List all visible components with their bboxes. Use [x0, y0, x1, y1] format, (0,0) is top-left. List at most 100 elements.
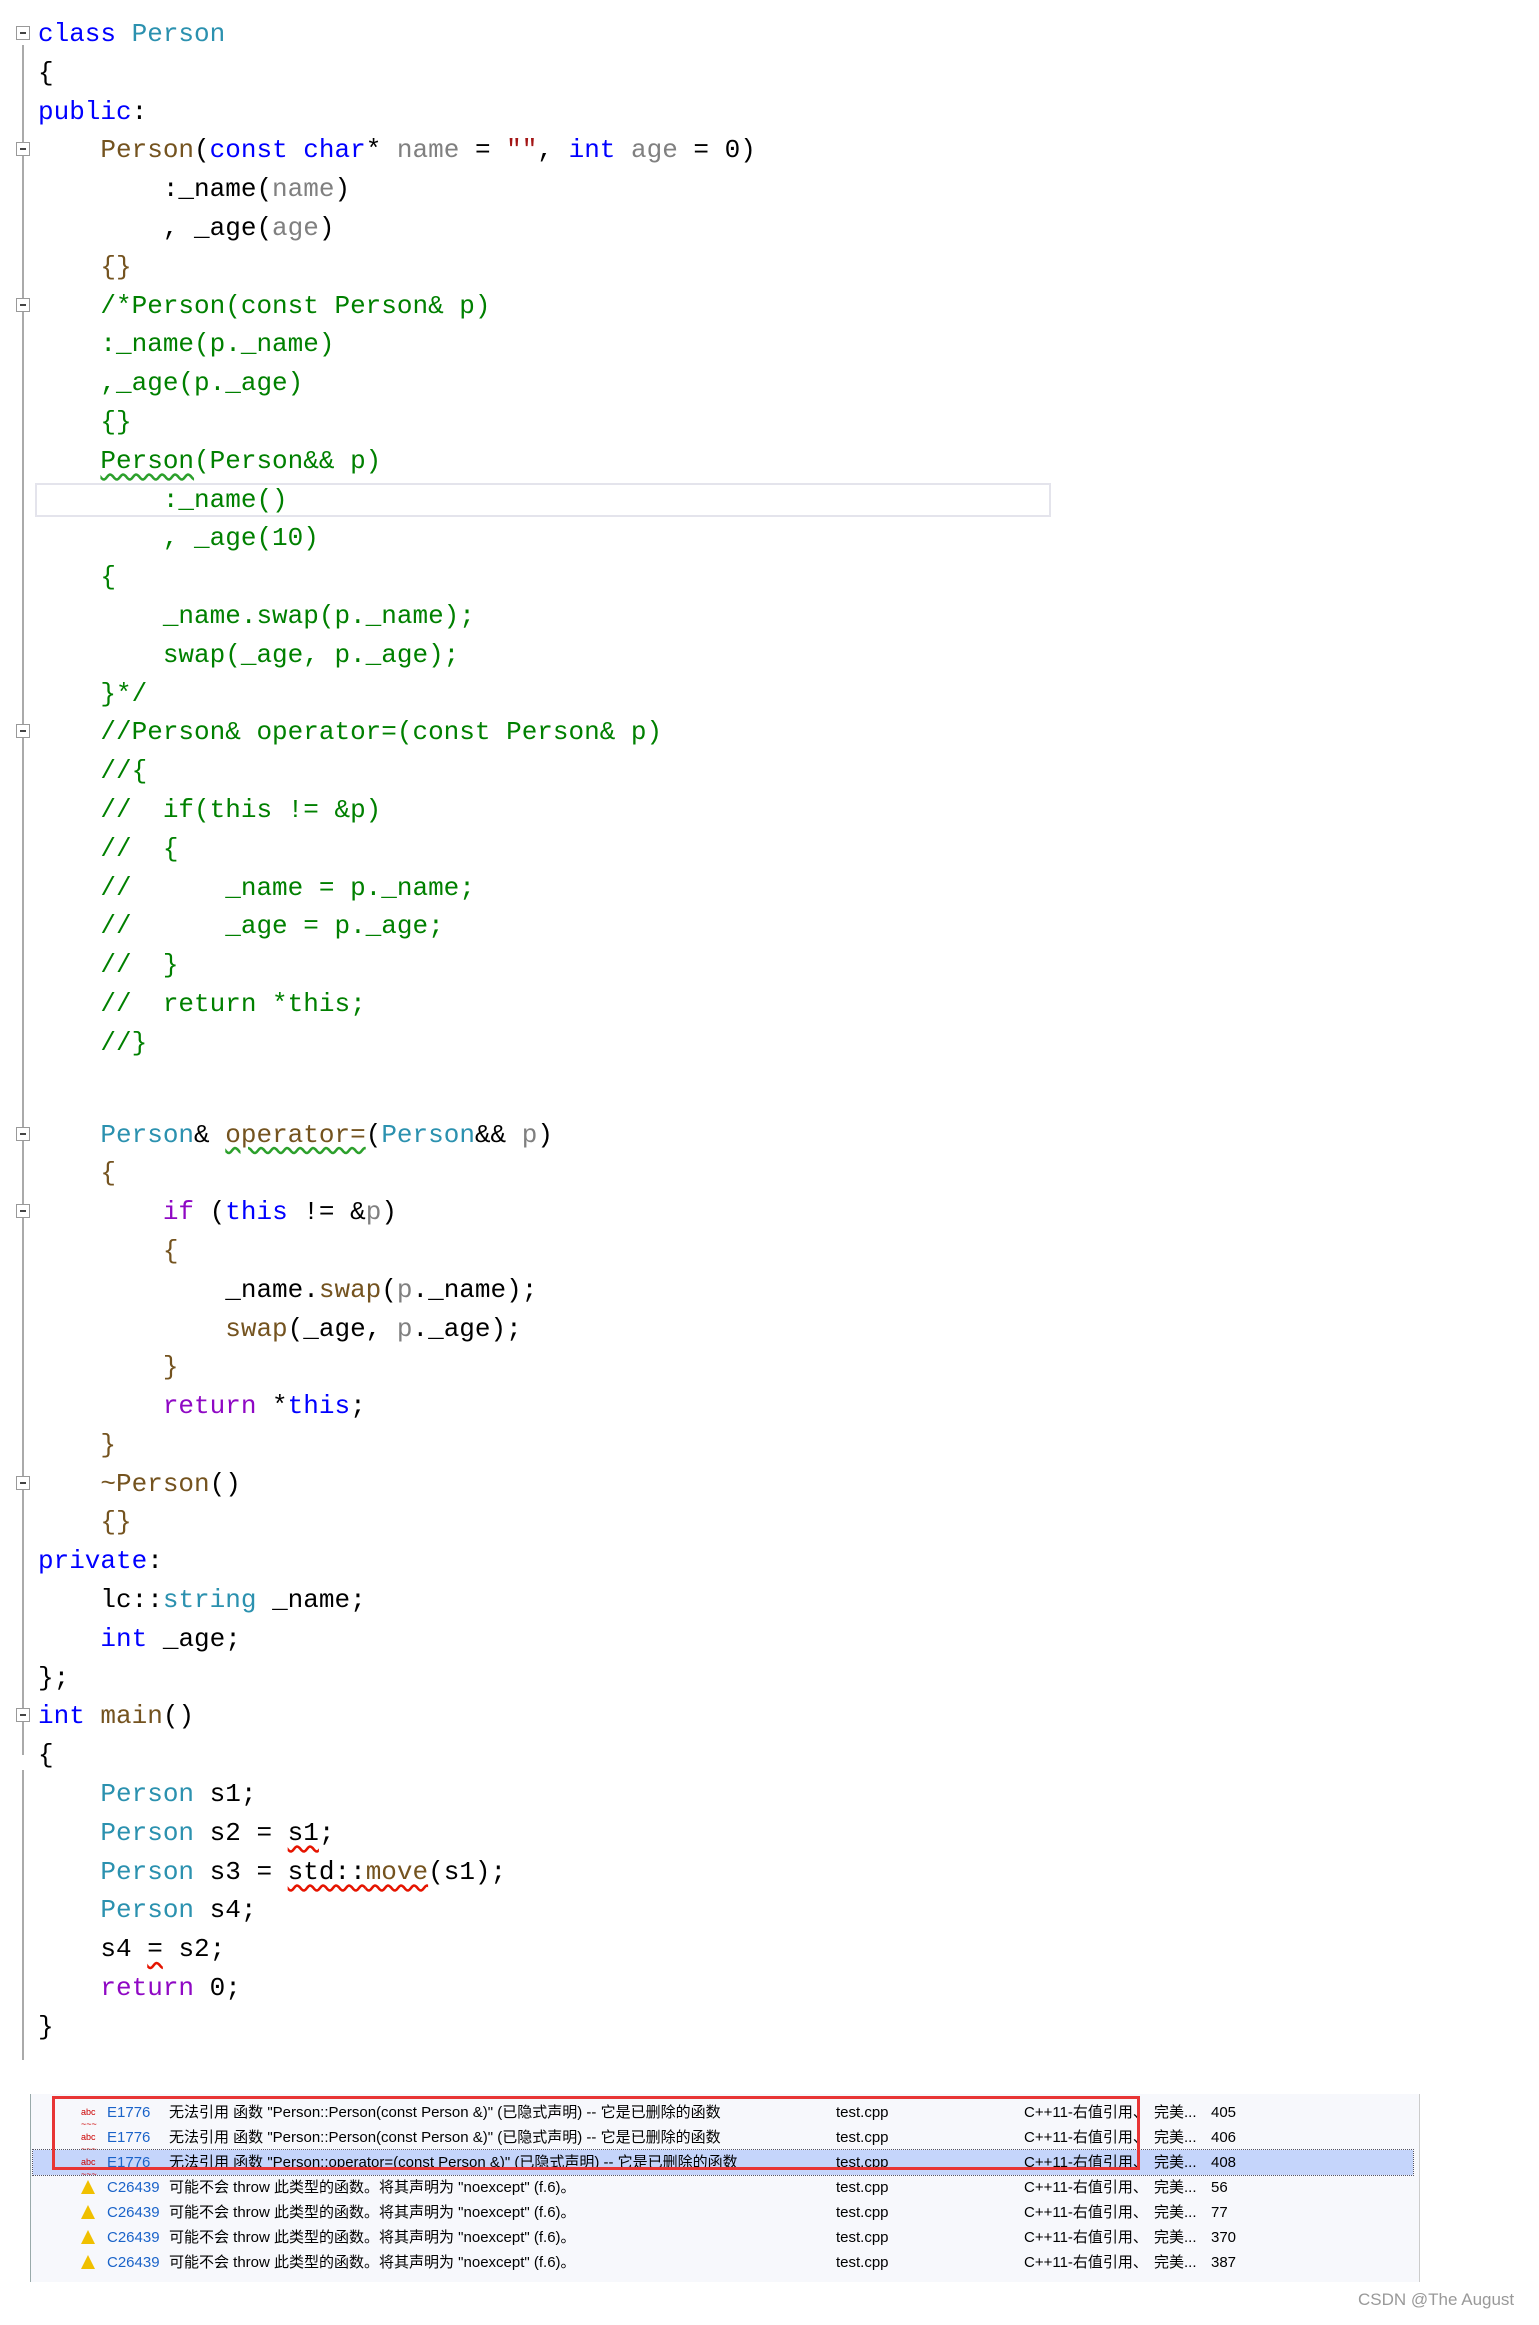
code-line[interactable]: _name.swap(p._name);: [0, 1271, 1539, 1310]
code-line[interactable]: if (this != &p): [0, 1193, 1539, 1232]
code-token: if: [162, 1197, 195, 1228]
code-line[interactable]: _name.swap(p._name);: [0, 597, 1539, 636]
error-list-row[interactable]: C26439 可能不会 throw 此类型的函数。将其声明为 "noexcept"…: [33, 2225, 1413, 2250]
code-line[interactable]: // return *this;: [0, 985, 1539, 1024]
code-token: int: [568, 135, 616, 166]
code-line[interactable]: private:: [0, 1542, 1539, 1581]
code-line[interactable]: Person(Person&& p): [0, 442, 1539, 481]
code-token: :_name(: [162, 174, 273, 205]
code-line[interactable]: {}: [0, 248, 1539, 287]
code-token: s3 =: [194, 1856, 288, 1887]
code-line[interactable]: ~Person(): [0, 1465, 1539, 1504]
code-token: age: [272, 212, 319, 243]
error-list-row[interactable]: C26439 可能不会 throw 此类型的函数。将其声明为 "noexcept"…: [33, 2200, 1413, 2225]
code-line[interactable]: }: [0, 2008, 1539, 2047]
code-line[interactable]: int main(): [0, 1697, 1539, 1736]
code-token: _age;: [147, 1623, 241, 1654]
error-suppression: 完美...: [1154, 2154, 1197, 2171]
fold-collapse-icon[interactable]: [16, 1708, 30, 1723]
code-line[interactable]: ,_age(p._age): [0, 364, 1539, 403]
code-line[interactable]: /*Person(const Person& p): [0, 287, 1539, 326]
fold-collapse-icon[interactable]: [16, 297, 30, 312]
code-token: , _age(: [162, 212, 273, 243]
code-line[interactable]: Person s1;: [0, 1775, 1539, 1814]
code-line[interactable]: {: [0, 54, 1539, 93]
watermark: CSDN @The August: [1358, 2290, 1515, 2309]
code-token: age: [631, 135, 678, 166]
code-token: ): [537, 1119, 553, 1150]
code-line[interactable]: // _name = p._name;: [0, 869, 1539, 908]
error-list-row[interactable]: C26439 可能不会 throw 此类型的函数。将其声明为 "noexcept"…: [33, 2250, 1413, 2275]
code-line[interactable]: :_name(p._name): [0, 325, 1539, 364]
code-line[interactable]: //}: [0, 1024, 1539, 1063]
error-project: C++11-右值引用、: [1024, 2254, 1148, 2271]
code-line[interactable]: Person s4;: [0, 1891, 1539, 1930]
code-line[interactable]: Person s2 = s1;: [0, 1814, 1539, 1853]
code-line[interactable]: [0, 1063, 1539, 1116]
fold-collapse-icon[interactable]: [16, 1475, 30, 1490]
code-line[interactable]: lc::string _name;: [0, 1581, 1539, 1620]
code-line[interactable]: Person& operator=(Person&& p): [0, 1116, 1539, 1155]
code-line[interactable]: {: [0, 1154, 1539, 1193]
code-line[interactable]: :_name(): [0, 481, 1539, 520]
code-token: (: [194, 135, 210, 166]
code-line[interactable]: s4 = s2;: [0, 1930, 1539, 1969]
code-line[interactable]: }: [0, 1426, 1539, 1465]
error-list-row[interactable]: C26439 可能不会 throw 此类型的函数。将其声明为 "noexcept"…: [33, 2175, 1413, 2200]
code-token: // return *this;: [100, 988, 366, 1019]
code-token: *: [256, 1391, 288, 1422]
code-line[interactable]: return *this;: [0, 1387, 1539, 1426]
fold-collapse-icon[interactable]: [16, 1126, 30, 1141]
code-line[interactable]: , _age(age): [0, 209, 1539, 248]
code-line[interactable]: };: [0, 1659, 1539, 1698]
error-description: 可能不会 throw 此类型的函数。将其声明为 "noexcept" (f.6)…: [169, 2229, 576, 2246]
code-token: (Person&& p): [194, 445, 382, 476]
code-line[interactable]: //Person& operator=(const Person& p): [0, 713, 1539, 752]
code-token: ): [381, 1197, 397, 1228]
code-token: 0;: [194, 1973, 241, 2004]
code-line[interactable]: public:: [0, 93, 1539, 132]
error-file: test.cpp: [836, 2179, 889, 2196]
code-line[interactable]: return 0;: [0, 1969, 1539, 2008]
code-line[interactable]: Person s3 = std::move(s1);: [0, 1853, 1539, 1892]
warning-icon: [81, 2230, 95, 2244]
code-line[interactable]: {: [0, 558, 1539, 597]
fold-collapse-icon[interactable]: [16, 1204, 30, 1219]
code-line[interactable]: }*/: [0, 675, 1539, 714]
code-line[interactable]: , _age(10): [0, 519, 1539, 558]
code-line[interactable]: {}: [0, 1503, 1539, 1542]
code-token: (: [381, 1274, 397, 1305]
code-line[interactable]: {: [0, 1736, 1539, 1775]
code-token: (: [365, 1119, 382, 1150]
code-line[interactable]: // }: [0, 946, 1539, 985]
code-line[interactable]: // if(this != &p): [0, 791, 1539, 830]
code-token: s2 =: [194, 1817, 288, 1848]
code-line[interactable]: // _age = p._age;: [0, 907, 1539, 946]
code-editor[interactable]: class Person{public: Person(const char* …: [0, 15, 1539, 2060]
code-line[interactable]: swap(_age, p._age);: [0, 1310, 1539, 1349]
fold-collapse-icon[interactable]: [16, 724, 30, 739]
code-line[interactable]: Person(const char* name = "", int age = …: [0, 131, 1539, 170]
fold-collapse-icon[interactable]: [16, 26, 30, 40]
code-line[interactable]: swap(_age, p._age);: [0, 636, 1539, 675]
code-line[interactable]: //{: [0, 752, 1539, 791]
code-line[interactable]: int _age;: [0, 1620, 1539, 1659]
code-line[interactable]: class Person: [0, 15, 1539, 54]
code-line[interactable]: }: [0, 1348, 1539, 1387]
code-line[interactable]: // {: [0, 830, 1539, 869]
fold-collapse-icon[interactable]: [16, 142, 30, 157]
code-line[interactable]: :_name(name): [0, 170, 1539, 209]
code-line[interactable]: {}: [0, 403, 1539, 442]
code-line[interactable]: {: [0, 1232, 1539, 1271]
error-suppression: 完美...: [1154, 2129, 1197, 2146]
error-file: test.cpp: [836, 2204, 889, 2221]
code-token: (_age,: [287, 1313, 397, 1344]
